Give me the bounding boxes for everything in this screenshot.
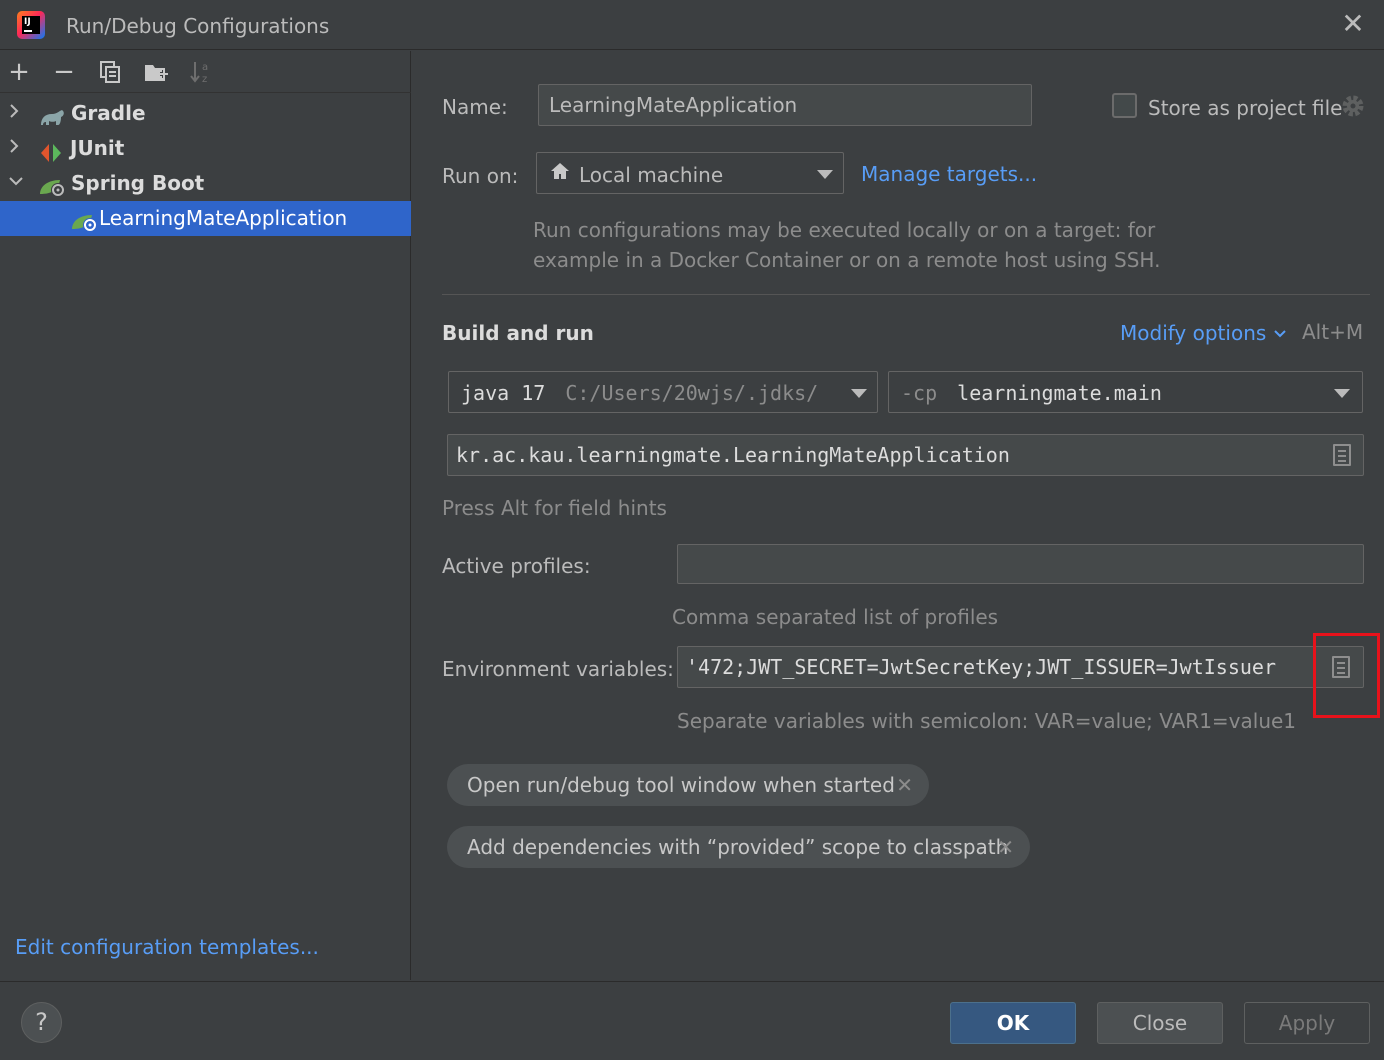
spring-boot-icon [38, 174, 65, 197]
configurations-sidebar: + − az Gradle JUnit Spring Boot Learning… [0, 51, 411, 980]
jdk-version: java 17 [461, 381, 546, 405]
new-folder-icon[interactable] [141, 57, 171, 87]
active-profiles-label: Active profiles: [442, 554, 591, 578]
environment-variables-hint: Separate variables with semicolon: VAR=v… [677, 709, 1297, 733]
chevron-right-icon[interactable] [8, 96, 24, 131]
remove-option-icon[interactable]: ✕ [896, 764, 913, 806]
close-button[interactable]: Close [1097, 1002, 1223, 1044]
store-as-project-file-label: Store as project file [1148, 96, 1343, 120]
jdk-path: C:/Users/20wjs/.jdks/ [565, 381, 819, 405]
option-chip-open-tool-window[interactable]: Open run/debug tool window when started … [447, 764, 929, 806]
junit-icon [40, 139, 66, 162]
name-field[interactable]: LearningMateApplication [538, 84, 1032, 126]
active-profiles-field[interactable] [677, 544, 1364, 584]
chevron-down-icon [851, 389, 867, 398]
store-as-project-file-checkbox[interactable] [1112, 93, 1137, 118]
sort-icon[interactable]: az [186, 57, 216, 87]
spring-boot-config-icon [70, 209, 97, 232]
run-on-value: Local machine [579, 163, 724, 187]
run-on-combobox[interactable]: Local machine [536, 152, 844, 194]
sidebar-toolbar: + − az [0, 51, 411, 93]
modify-options-label: Modify options [1120, 321, 1267, 345]
profiles-hint: Comma separated list of profiles [672, 605, 999, 629]
browse-icon[interactable] [1333, 444, 1351, 466]
dialog-footer: ? OK Close Apply [0, 981, 1384, 1060]
copy-icon[interactable] [95, 57, 125, 87]
build-and-run-title: Build and run [442, 321, 594, 345]
modify-options-link[interactable]: Modify options [1120, 321, 1287, 345]
configuration-tree: Gradle JUnit Spring Boot LearningMateApp… [0, 96, 411, 236]
run-on-label: Run on: [442, 164, 519, 188]
apply-button[interactable]: Apply [1244, 1002, 1370, 1044]
intellij-idea-icon: IJ [17, 11, 45, 39]
field-hints-text: Press Alt for field hints [442, 496, 667, 520]
cp-flag: -cp [901, 381, 938, 405]
manage-targets-link[interactable]: Manage targets... [861, 162, 1037, 186]
main-class-value: kr.ac.kau.learningmate.LearningMateAppli… [456, 443, 1010, 467]
home-icon [549, 161, 571, 186]
classpath-combobox[interactable]: -cp learningmate.main [888, 371, 1363, 413]
tree-item-spring-boot[interactable]: Spring Boot [0, 166, 411, 201]
name-label: Name: [442, 95, 508, 119]
title-bar: IJ Run/Debug Configurations ✕ [0, 0, 1384, 50]
remove-option-icon[interactable]: ✕ [997, 826, 1014, 868]
tree-item-junit[interactable]: JUnit [0, 131, 411, 166]
jdk-combobox[interactable]: java 17 C:/Users/20wjs/.jdks/ [448, 371, 878, 413]
close-icon[interactable]: ✕ [1340, 10, 1366, 38]
tree-item-learningmate-application[interactable]: LearningMateApplication [0, 201, 411, 236]
environment-variables-field[interactable]: '472;JWT_SECRET=JwtSecretKey;JWT_ISSUER=… [677, 646, 1364, 688]
chevron-down-icon [1273, 321, 1287, 345]
help-button[interactable]: ? [21, 1002, 62, 1043]
ok-button[interactable]: OK [950, 1002, 1076, 1044]
tree-item-gradle[interactable]: Gradle [0, 96, 411, 131]
option-chip-provided-scope[interactable]: Add dependencies with “provided” scope t… [447, 826, 1030, 868]
tree-item-label: LearningMateApplication [99, 206, 348, 230]
configuration-editor: Name: LearningMateApplication Store as p… [412, 51, 1384, 980]
gradle-elephant-icon [38, 104, 64, 125]
window-title: Run/Debug Configurations [66, 14, 330, 38]
tree-item-label: JUnit [70, 136, 125, 160]
remove-icon[interactable]: − [49, 57, 79, 87]
environment-variables-label: Environment variables: [442, 657, 674, 681]
chevron-right-icon[interactable] [8, 131, 24, 166]
tree-item-label: Gradle [71, 101, 146, 125]
svg-text:z: z [202, 74, 207, 85]
annotation-highlight-box [1313, 633, 1380, 718]
chevron-down-icon[interactable] [8, 166, 24, 201]
environment-variables-value: '472;JWT_SECRET=JwtSecretKey;JWT_ISSUER=… [686, 655, 1277, 679]
modify-options-shortcut: Alt+M [1302, 320, 1364, 344]
add-icon[interactable]: + [4, 57, 34, 87]
separator [442, 294, 1370, 295]
svg-text:a: a [202, 62, 208, 73]
run-on-hint-line2: example in a Docker Container or on a re… [533, 248, 1161, 272]
chevron-down-icon [817, 170, 833, 179]
cp-module: learningmate.main [957, 381, 1162, 405]
tree-item-label: Spring Boot [71, 171, 205, 195]
chevron-down-icon [1334, 389, 1350, 398]
run-on-hint-line1: Run configurations may be executed local… [533, 218, 1156, 242]
edit-configuration-templates-link[interactable]: Edit configuration templates... [15, 935, 319, 959]
gear-icon[interactable] [1340, 93, 1366, 119]
main-class-field[interactable]: kr.ac.kau.learningmate.LearningMateAppli… [447, 434, 1364, 476]
chip-label: Add dependencies with “provided” scope t… [467, 835, 1009, 859]
chip-label: Open run/debug tool window when started [467, 773, 895, 797]
